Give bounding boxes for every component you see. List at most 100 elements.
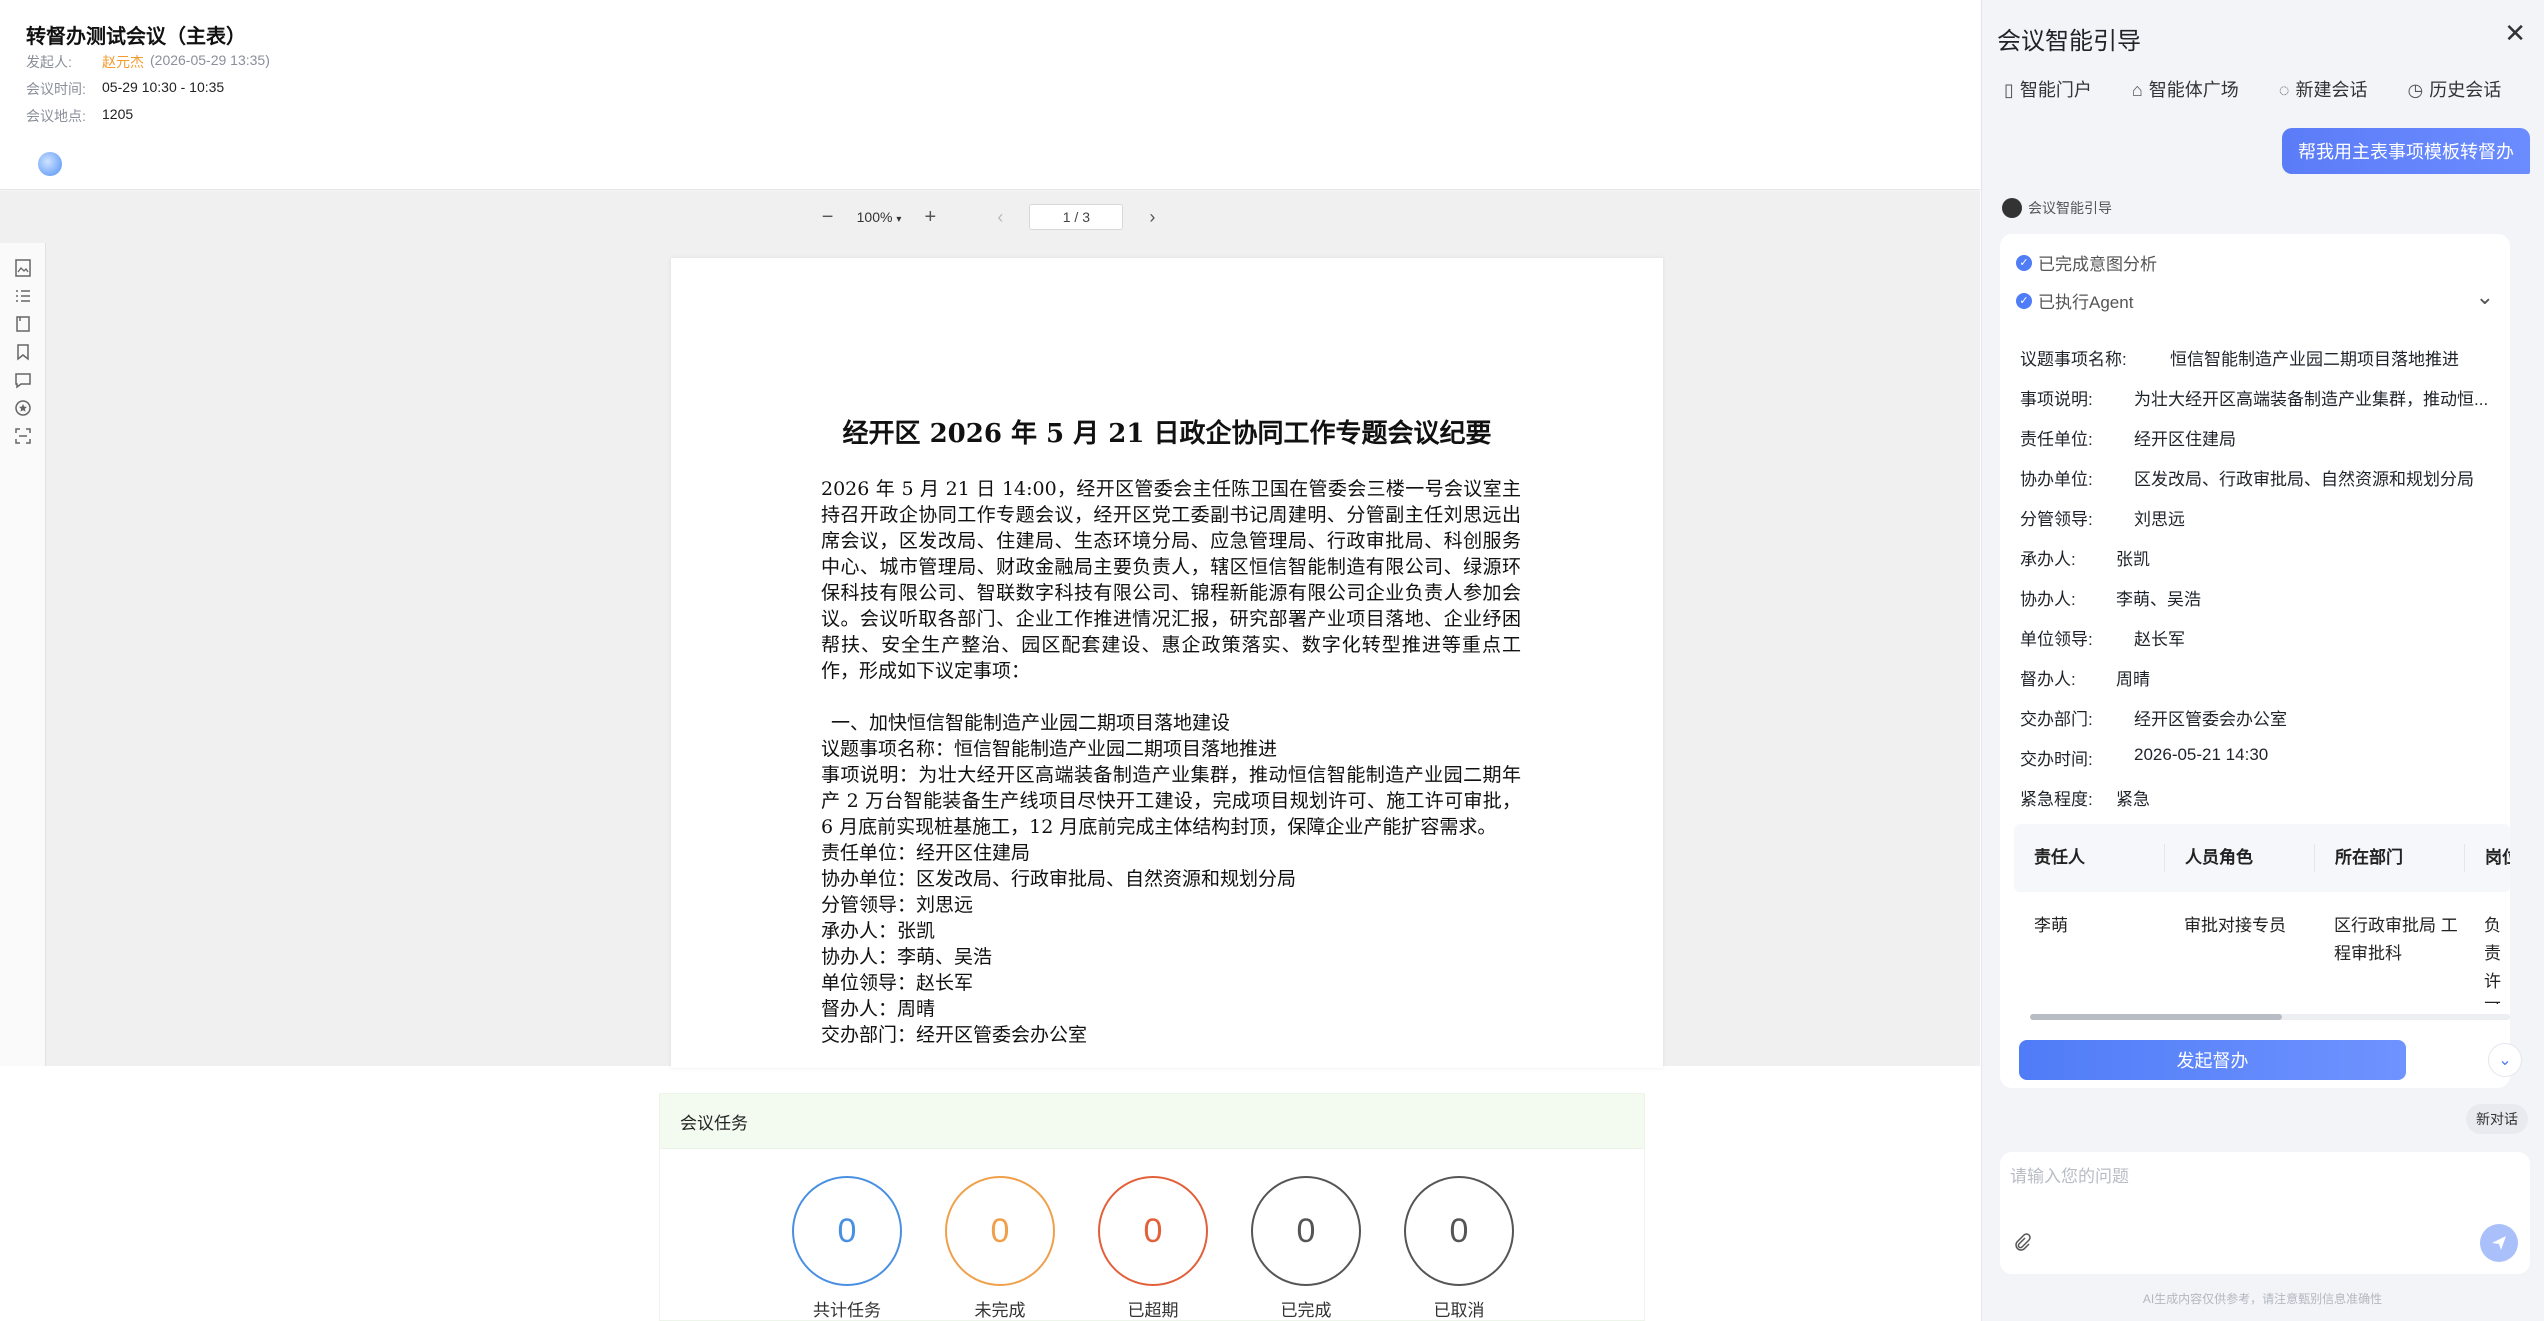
zoom-in-button[interactable]: + [915, 206, 945, 229]
field-unitlead-key: 单位领导: [2020, 630, 2093, 649]
meeting-location-row: 会议地点: 1205 [26, 106, 133, 126]
close-icon[interactable]: ✕ [2504, 18, 2526, 49]
field-topic-key: 议题事项名称: [2020, 350, 2127, 369]
field-dept: 交办部门: 经开区管委会办公室 [2020, 705, 2287, 730]
field-unitlead-value: 赵长军 [2134, 630, 2185, 649]
status-agent-label: 已执行Agent [2038, 293, 2134, 312]
participant-avatar[interactable] [38, 152, 62, 176]
stat-overdue[interactable]: 0 已超期 [1098, 1176, 1208, 1321]
field-handler-key: 承办人: [2020, 550, 2076, 569]
document-body: 2026 年 5 月 21 日 14:00，经开区管委会主任陈卫国在管委会三楼一… [821, 476, 1521, 1048]
stat-total-label: 共计任务 [813, 1301, 881, 1320]
thumbnail-icon[interactable] [12, 258, 34, 280]
field-urgency-value: 紧急 [2116, 790, 2150, 809]
stat-cancelled[interactable]: 0 已取消 [1404, 1176, 1514, 1321]
nav-smart-portal[interactable]: ▯ 智能门户 [2004, 76, 2092, 102]
bot-response-card: ✓ 已完成意图分析 ✓ 已执行Agent ⌄ 议题事项名称: 恒信智能制造产业园二… [2000, 234, 2510, 1088]
stat-completed[interactable]: 0 已完成 [1251, 1176, 1361, 1321]
bot-tag: 会议智能引导 [2002, 198, 2112, 218]
initiator-name[interactable]: 赵元杰 [102, 52, 144, 72]
caret-down-icon: ▾ [896, 214, 902, 225]
col-header-role: 人员角色 [2164, 844, 2314, 872]
col-header-post: 岗位 [2464, 844, 2510, 872]
meeting-time-value: 05-29 10:30 - 10:35 [102, 79, 225, 95]
chat-input[interactable] [2010, 1162, 2450, 1192]
field-resp: 责任单位: 经开区住建局 [2020, 425, 2236, 450]
assistant-title: 会议智能引导 [1997, 28, 2141, 55]
field-handler-value: 张凯 [2116, 550, 2150, 569]
field-desc: 事项说明: 为壮大经开区高端装备制造产业集群，推动恒... [2020, 385, 2488, 410]
stat-total[interactable]: 0 共计任务 [792, 1176, 902, 1321]
meeting-tasks-panel: 会议任务 0 共计任务 0 未完成 0 已超期 0 已完成 0 已取消 [659, 1093, 1645, 1321]
field-urgency-key: 紧急程度: [2020, 790, 2093, 809]
nav-new-session[interactable]: ◌ 新建会话 [2279, 76, 2368, 102]
chat-plus-icon: ◌ [2278, 80, 2290, 100]
personnel-table: 责任人 人员角色 所在部门 岗位 李萌 审批对接专员 区行政审批局 工程审批科 … [2014, 824, 2510, 1004]
prev-page-icon[interactable]: ‹ [985, 207, 1015, 228]
field-lead-key: 分管领导: [2020, 510, 2093, 529]
meeting-title: 转督办测试会议（主表） [26, 26, 246, 48]
field-assign-time-key: 交办时间: [2020, 750, 2093, 769]
field-supervisor: 督办人: 周晴 [2020, 665, 2150, 690]
field-cohandler: 协办人: 李萌、吴浩 [2020, 585, 2201, 610]
nav-history-label: 历史会话 [2429, 80, 2502, 100]
bookmark-icon[interactable] [12, 342, 34, 364]
cell-post: 负责 许可 可研 [2484, 916, 2501, 1004]
stat-overdue-label: 已超期 [1127, 1301, 1179, 1320]
nav-agent-plaza-label: 智能体广场 [2148, 80, 2239, 100]
next-page-icon[interactable]: › [1137, 207, 1167, 228]
field-unitlead: 单位领导: 赵长军 [2020, 625, 2185, 650]
doc-line-resp: 责任单位：经开区住建局 [821, 842, 1031, 864]
chat-input-box [2000, 1152, 2530, 1274]
assistant-nav: ▯ 智能门户 ⌂ 智能体广场 ◌ 新建会话 ◷ 历史会话 [2004, 76, 2501, 102]
field-desc-value: 为壮大经开区高端装备制造产业集群，推动恒... [2134, 390, 2489, 409]
cell-person: 李萌 [2034, 916, 2068, 935]
field-resp-value: 经开区住建局 [2134, 430, 2236, 449]
nav-new-session-label: 新建会话 [2295, 80, 2368, 100]
stat-completed-count: 0 [1251, 1176, 1361, 1286]
table-header: 责任人 人员角色 所在部门 岗位 [2014, 824, 2510, 892]
field-cohandler-value: 李萌、吴浩 [2116, 590, 2201, 609]
bot-avatar [2002, 198, 2022, 218]
stat-total-count: 0 [792, 1176, 902, 1286]
document-title: 经开区 2026 年 5 月 21 日政企协同工作专题会议纪要 [842, 419, 1492, 449]
task-stats: 0 共计任务 0 未完成 0 已超期 0 已完成 0 已取消 [792, 1176, 1514, 1321]
nav-smart-portal-label: 智能门户 [2019, 80, 2092, 100]
meeting-location-label: 会议地点: [26, 108, 86, 124]
paperclip-icon[interactable] [2012, 1232, 2032, 1258]
send-icon[interactable] [2480, 1224, 2518, 1262]
table-scrollbar[interactable] [2030, 1014, 2510, 1020]
viewer-toolbar: − 100% ▾ + ‹ 1 / 3 › [0, 196, 1980, 238]
stat-cancelled-label: 已取消 [1433, 1301, 1485, 1320]
nav-agent-plaza[interactable]: ⌂ 智能体广场 [2132, 76, 2239, 102]
table-scrollbar-thumb[interactable] [2030, 1014, 2282, 1020]
attachment-icon[interactable] [12, 314, 34, 336]
stat-incomplete-count: 0 [945, 1176, 1055, 1286]
col-header-dept: 所在部门 [2314, 844, 2464, 872]
new-chat-button[interactable]: 新对话 [2466, 1104, 2528, 1134]
stat-incomplete[interactable]: 0 未完成 [945, 1176, 1055, 1321]
comment-icon[interactable] [12, 370, 34, 392]
start-supervision-button[interactable]: 发起督办 [2019, 1040, 2406, 1080]
ai-disclaimer: AI生成内容仅供参考，请注意甄别信息准确性 [2142, 1292, 2383, 1306]
zoom-select[interactable]: 100% ▾ [857, 209, 902, 225]
zoom-out-button[interactable]: − [813, 206, 843, 229]
outline-icon[interactable] [12, 286, 34, 308]
user-message: 帮我用主表事项模板转督办 [2282, 128, 2530, 174]
favorite-icon[interactable] [12, 398, 34, 420]
meeting-time-row: 会议时间: 05-29 10:30 - 10:35 [26, 79, 224, 99]
stat-overdue-count: 0 [1098, 1176, 1208, 1286]
nav-history[interactable]: ◷ 历史会话 [2407, 76, 2501, 102]
page-indicator[interactable]: 1 / 3 [1029, 204, 1124, 230]
document-icon: ▯ [2004, 80, 2014, 100]
scan-icon[interactable] [12, 426, 34, 448]
chevron-down-icon[interactable]: ⌄ [2476, 284, 2494, 310]
field-cohandler-key: 协办人: [2020, 590, 2076, 609]
doc-line-handler: 承办人：张凯 [821, 920, 936, 942]
bot-name: 会议智能引导 [2028, 200, 2112, 216]
scroll-down-icon[interactable]: ⌄ [2488, 1043, 2522, 1077]
table-row: 李萌 审批对接专员 区行政审批局 工程审批科 负责 许可 可研 [2014, 892, 2510, 1004]
stat-completed-label: 已完成 [1280, 1301, 1332, 1320]
field-assign-time-value: 2026-05-21 14:30 [2134, 745, 2269, 764]
doc-line-lead: 分管领导：刘思远 [821, 894, 974, 916]
